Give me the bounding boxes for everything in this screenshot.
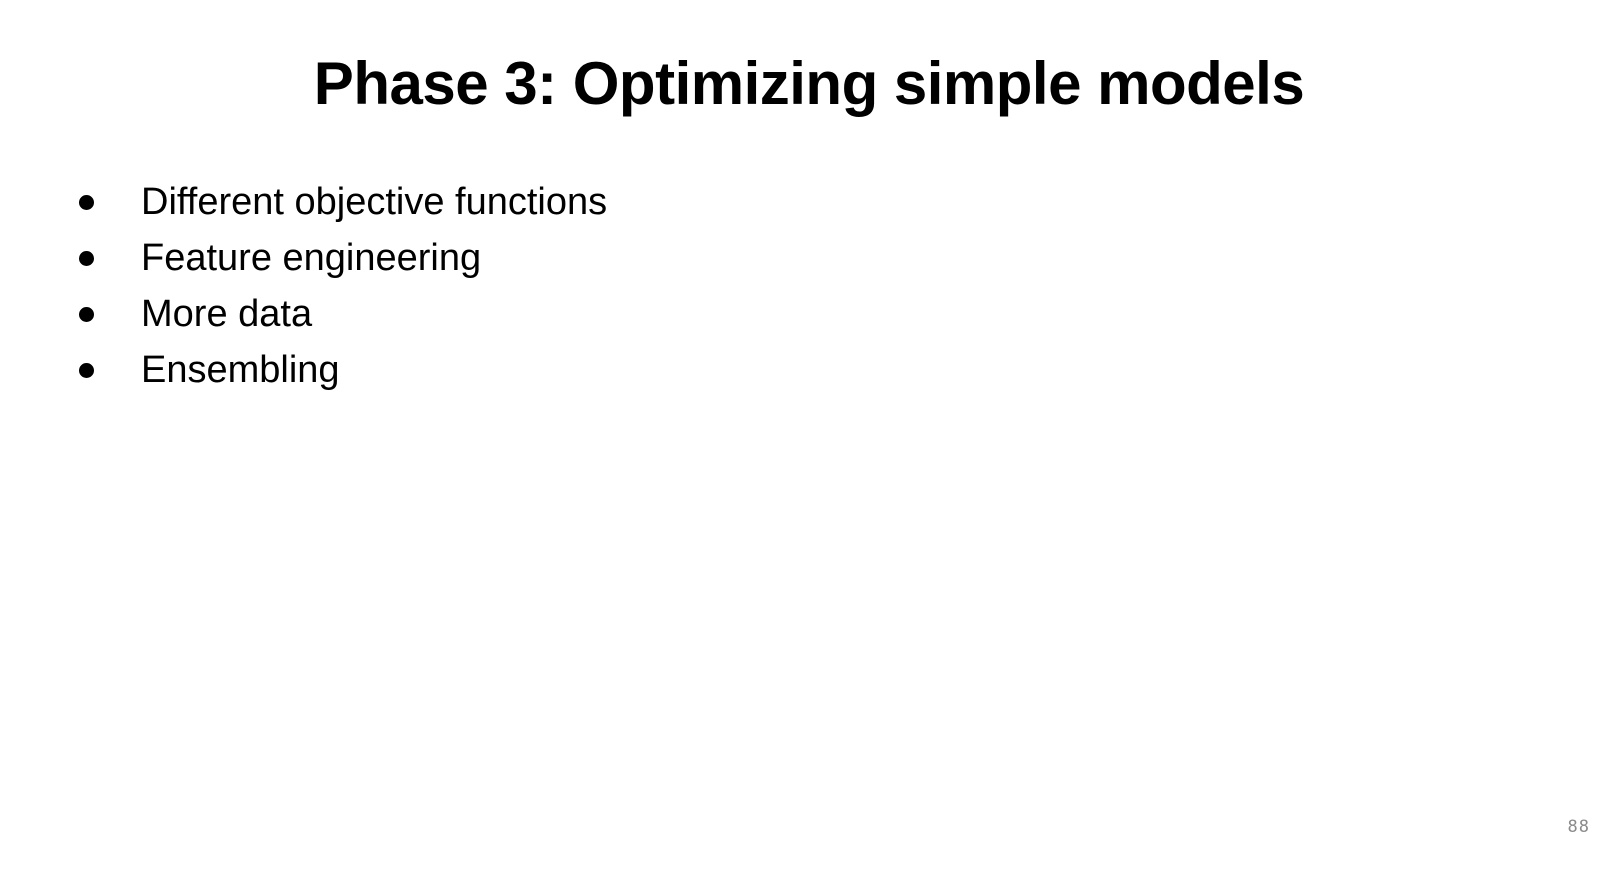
bullet-text: Ensembling — [141, 349, 340, 391]
bullet-text: More data — [141, 293, 313, 335]
bullet-dot-icon — [79, 195, 94, 210]
page-number: 88 — [1567, 817, 1590, 837]
slide: Phase 3: Optimizing simple models Differ… — [0, 0, 1618, 874]
slide-title: Phase 3: Optimizing simple models — [313, 50, 1305, 117]
bullet-text: Different objective functions — [141, 181, 608, 223]
bullet-text: Feature engineering — [141, 237, 482, 279]
bullet-dot-icon — [79, 251, 94, 266]
bullet-dot-icon — [79, 307, 94, 322]
bullet-dot-icon — [79, 363, 94, 378]
